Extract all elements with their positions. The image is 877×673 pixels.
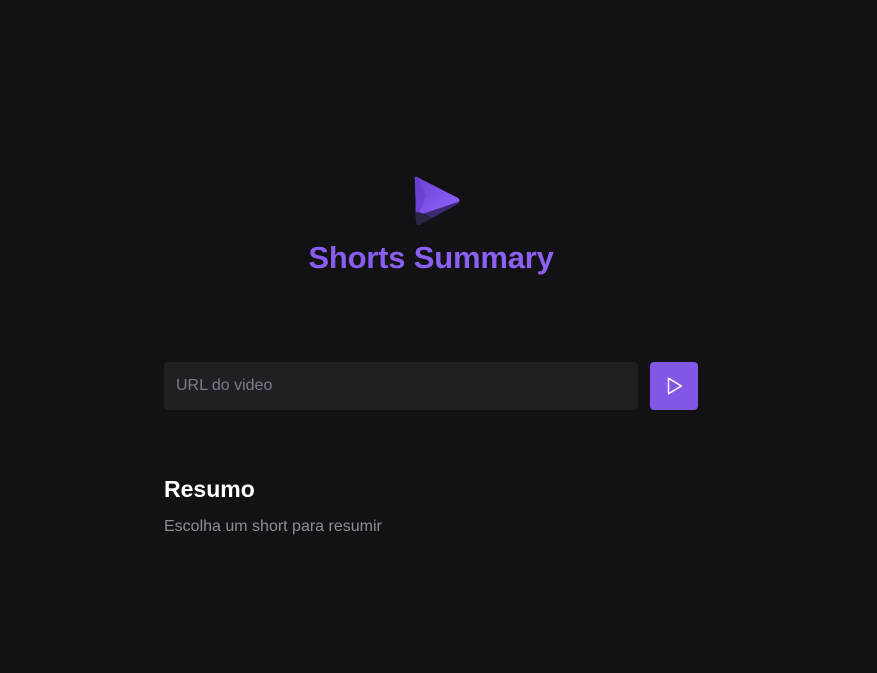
play-icon — [667, 377, 683, 395]
url-input[interactable] — [164, 362, 638, 410]
submit-button[interactable] — [650, 362, 698, 410]
app-title: Shorts Summary — [0, 238, 862, 278]
summary-heading: Resumo — [164, 476, 255, 502]
app-page: Shorts Summary Resumo Escolha um short p… — [0, 0, 877, 673]
play-triangle-logo-icon — [414, 176, 460, 226]
summary-text: Escolha um short para resumir — [164, 518, 382, 535]
